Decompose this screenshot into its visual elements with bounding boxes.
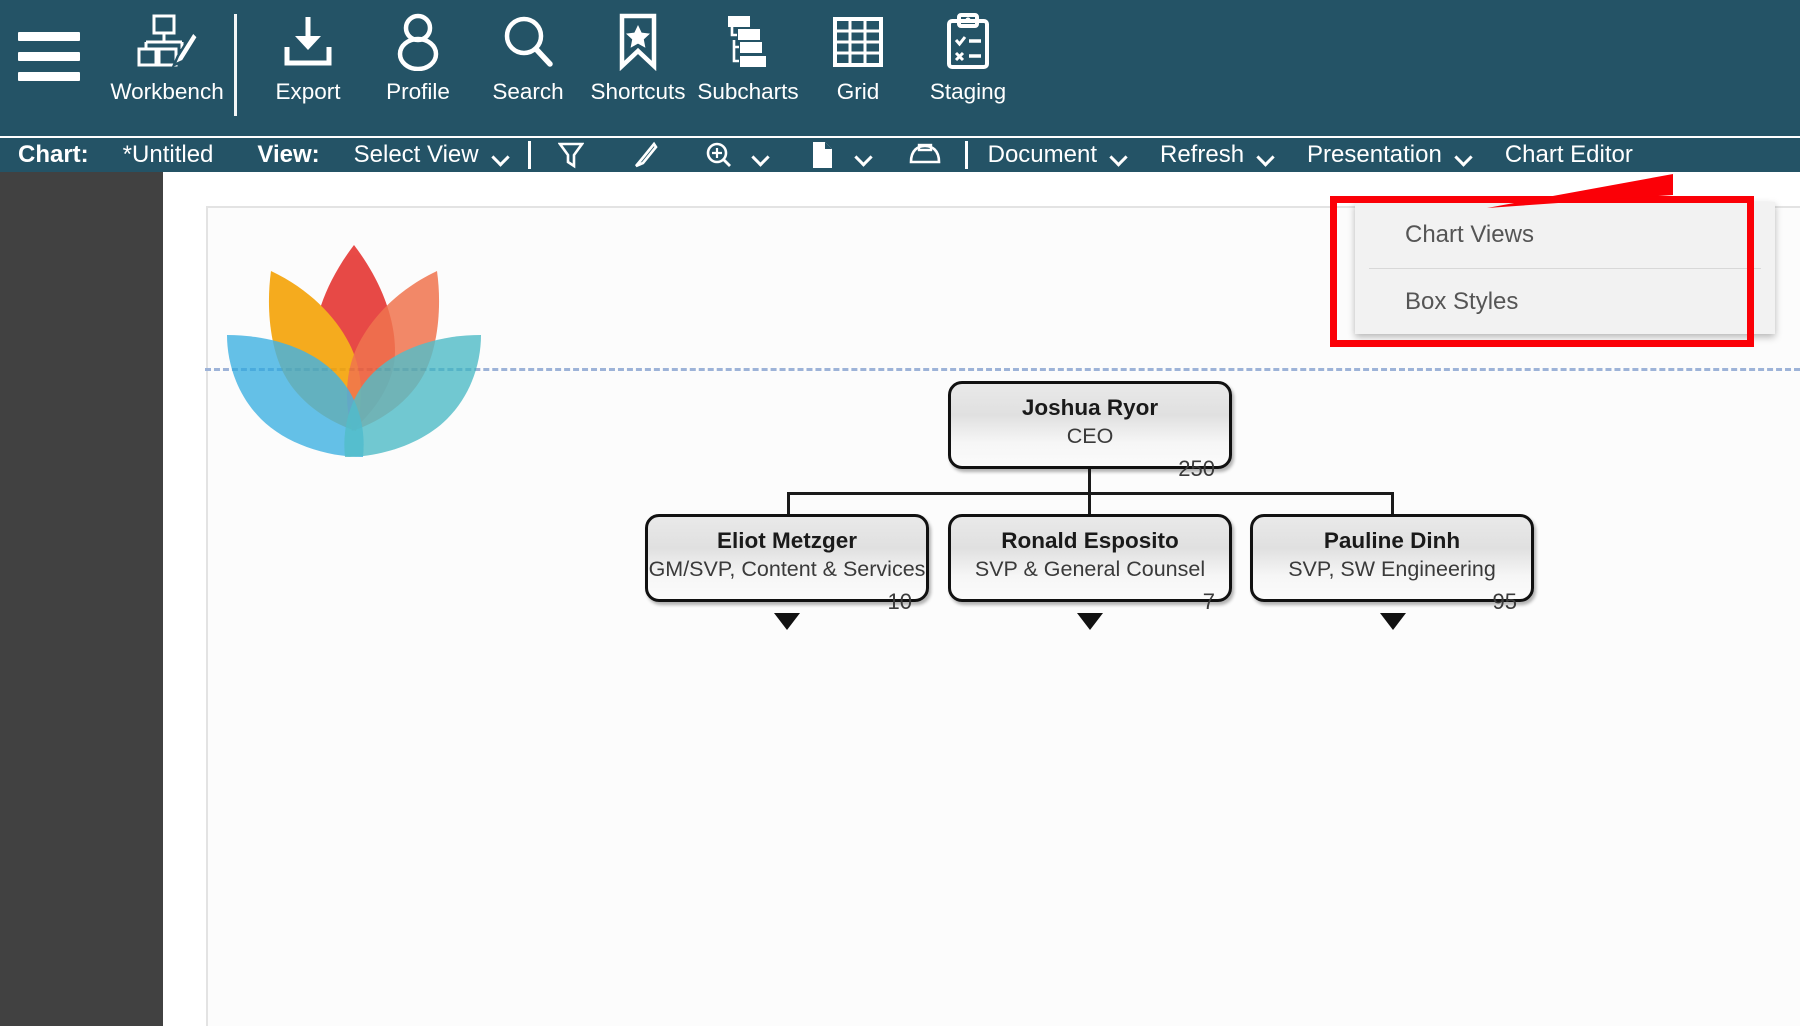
toolbar-item-workbench[interactable]: Workbench [110,6,224,126]
profile-person-icon [392,6,444,78]
toolbar-label: Subcharts [697,79,799,104]
menu-refresh[interactable]: Refresh [1160,141,1244,169]
print-icon[interactable] [905,139,945,171]
toolbar-item-shortcuts[interactable]: Shortcuts [583,6,693,126]
toolbar-item-staging[interactable]: Staging [913,6,1023,126]
node-count: 7 [1202,589,1215,614]
connector-drop-1 [787,492,790,516]
node-title: SVP, SW Engineering [1288,557,1496,581]
org-node-eliot-metzger[interactable]: Eliot Metzger GM/SVP, Content & Services… [645,514,929,614]
toolbar-label: Shortcuts [590,79,686,104]
toolbar-divider [527,141,531,169]
org-node-pauline-dinh[interactable]: Pauline Dinh SVP, SW Engineering 95 [1250,514,1534,614]
toolbar-label: Export [275,79,341,104]
node-title: CEO [1066,424,1114,448]
toolbar-item-export[interactable]: Export [253,6,363,126]
highlighter-pen-icon[interactable] [625,139,665,171]
toolbar-label: Grid [836,79,880,104]
connector-ceo-stem [1088,469,1091,493]
node-name: Pauline Dinh [1323,528,1461,553]
node-count: 10 [887,589,912,614]
zoom-in-icon[interactable] [699,139,739,171]
node-name: Eliot Metzger [716,528,857,553]
toolbar-divider [234,14,237,116]
org-node-ceo[interactable]: Joshua Ryor CEO 250 [948,381,1232,481]
lotus-flower-logo [225,243,483,465]
left-sidebar-panel[interactable] [0,172,163,1026]
toolbar-label: Profile [386,79,450,104]
chart-toolbar: Chart: *Untitled View: Select View Docum… [0,136,1800,172]
toolbar-label: Search [492,79,564,104]
chevron-down-icon-page[interactable] [856,151,871,160]
filter-funnel-icon[interactable] [551,139,591,171]
toolbar-item-profile[interactable]: Profile [363,6,473,126]
toolbar-item-subcharts[interactable]: Subcharts [693,6,803,126]
expand-triangle-icon-3[interactable] [1380,613,1406,630]
org-node-ronald-esposito[interactable]: Ronald Esposito SVP & General Counsel 7 [948,514,1232,614]
view-label: View: [257,141,320,168]
grid-table-icon [831,6,885,78]
chart-label: Chart: [18,141,89,168]
connector-drop-2 [1088,492,1091,516]
main-toolbar: Workbench Export Profile Search Shortcut… [0,0,1800,136]
page-document-icon[interactable] [802,139,842,171]
menu-presentation[interactable]: Presentation [1307,141,1442,169]
node-title: SVP & General Counsel [974,557,1206,581]
staging-clipboard-icon [944,6,992,78]
bookmark-star-icon [615,6,661,78]
chart-name-value[interactable]: *Untitled [123,141,214,169]
chevron-down-icon-document[interactable] [1111,151,1126,160]
toolbar-divider-2 [964,141,968,169]
application-window: Workbench Export Profile Search Shortcut… [0,0,1800,1026]
node-count: 95 [1492,589,1517,614]
menu-document[interactable]: Document [988,141,1097,169]
subcharts-hierarchy-icon [720,6,776,78]
workbench-icon [136,6,198,78]
menu-item-chart-views[interactable]: Chart Views [1355,202,1775,268]
view-select-value[interactable]: Select View [354,141,479,169]
chevron-down-icon-view[interactable] [493,151,508,160]
expand-triangle-icon-1[interactable] [774,613,800,630]
expand-triangle-icon-2[interactable] [1077,613,1103,630]
menu-item-box-styles[interactable]: Box Styles [1355,269,1775,335]
hamburger-menu-icon[interactable] [18,26,82,86]
node-title: GM/SVP, Content & Services [648,557,926,581]
chevron-down-icon-presentation[interactable] [1456,151,1471,160]
connector-drop-3 [1391,492,1394,516]
toolbar-item-grid[interactable]: Grid [803,6,913,126]
chevron-down-icon-zoom[interactable] [753,151,768,160]
toolbar-label: Staging [929,79,1007,104]
node-name: Joshua Ryor [1021,395,1159,420]
toolbar-label: Workbench [110,79,224,104]
search-magnifier-icon [501,6,555,78]
chevron-down-icon-refresh[interactable] [1258,151,1273,160]
toolbar-item-search[interactable]: Search [473,6,583,126]
menu-chart-editor[interactable]: Chart Editor [1505,141,1633,169]
node-name: Ronald Esposito [1001,528,1179,553]
presentation-dropdown-menu[interactable]: Chart Views Box Styles [1355,202,1775,334]
export-download-icon [281,6,335,78]
